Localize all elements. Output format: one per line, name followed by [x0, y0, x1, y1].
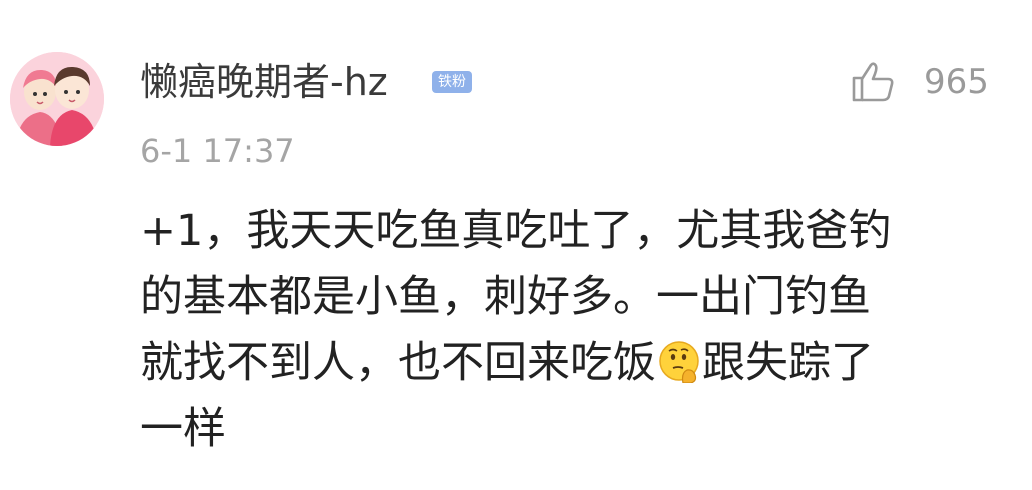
comment-line: 的基本都是小鱼，刺好多。一出门钓鱼 — [140, 272, 871, 322]
fan-badge: 铁粉 — [432, 71, 472, 93]
comment-text: +1，我天天吃鱼真吃吐了，尤其我爸钓 的基本都是小鱼，刺好多。一出门钓鱼 就找不… — [140, 198, 970, 462]
comment-line-segment: 就找不到人，也不回来吃饭 — [140, 338, 656, 388]
avatar[interactable] — [10, 52, 104, 146]
thinking-face-emoji-icon — [659, 341, 699, 383]
comment-line: 就找不到人，也不回来吃饭 跟失踪了 — [140, 330, 970, 396]
like-button[interactable]: 965 — [850, 56, 989, 108]
comment-item: 懒癌晚期者-hz 铁粉 965 6-1 17:37 +1，我天天吃鱼真吃吐了，尤… — [0, 0, 1032, 490]
comment-line: +1，我天天吃鱼真吃吐了，尤其我爸钓 — [140, 206, 892, 256]
username[interactable]: 懒癌晚期者-hz — [140, 56, 388, 108]
like-count: 965 — [924, 62, 989, 102]
thumbs-up-icon[interactable] — [850, 58, 898, 106]
comment-line-segment: 跟失踪了 — [702, 338, 874, 388]
comment-timestamp: 6-1 17:37 — [140, 132, 295, 170]
comment-line: 一样 — [140, 404, 226, 454]
